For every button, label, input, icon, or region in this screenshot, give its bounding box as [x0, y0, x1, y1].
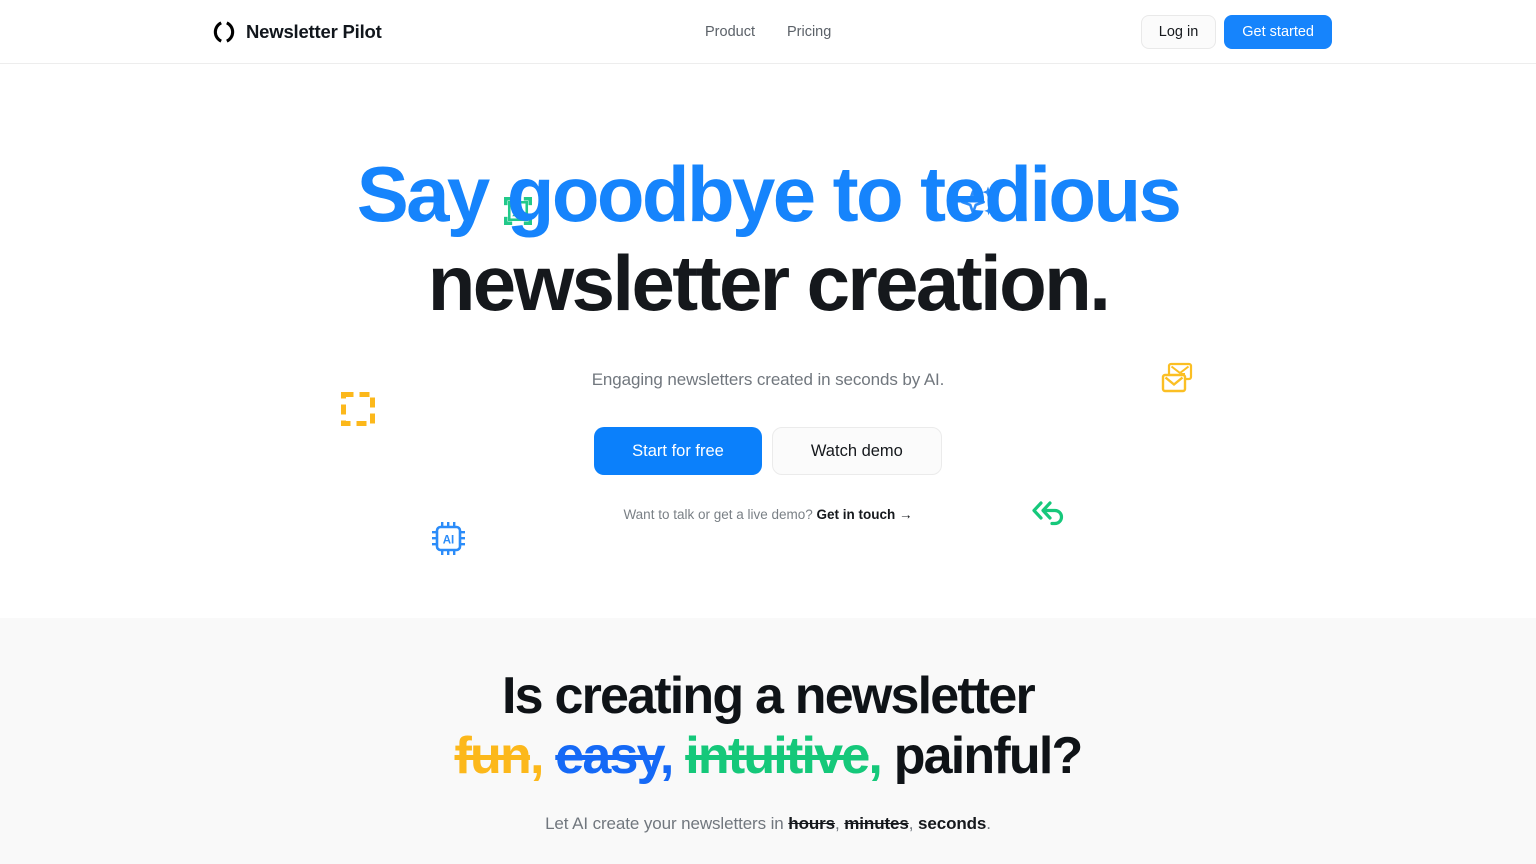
word-seconds: seconds — [918, 814, 987, 833]
get-in-touch-link[interactable]: Get in touch → — [817, 507, 913, 522]
circle-brackets-logo-icon — [212, 20, 236, 44]
comma-after-hours: , — [835, 814, 840, 833]
word-painful: painful? — [893, 727, 1084, 785]
period-end: . — [986, 814, 991, 833]
word-intuitive: intuitive — [685, 727, 870, 785]
comma-after-intuitive: , — [868, 727, 882, 785]
hero-title-line1: Say goodbye to tedious — [356, 150, 1182, 238]
ai-chip-icon: AI — [432, 522, 465, 555]
pain-points-section: Is creating a newsletter fun, easy, intu… — [0, 618, 1536, 864]
section2-title-line1: Is creating a newsletter — [502, 667, 1036, 725]
word-easy: easy — [555, 727, 661, 785]
primary-nav: Product Pricing — [699, 20, 837, 44]
nav-link-product[interactable]: Product — [699, 20, 761, 44]
watch-demo-button[interactable]: Watch demo — [771, 427, 942, 475]
word-minutes: minutes — [844, 814, 909, 833]
comma-after-easy: , — [659, 727, 674, 785]
comma-after-minutes: , — [908, 814, 914, 833]
header-actions: Log in Get started — [1140, 14, 1332, 49]
word-hours: hours — [788, 814, 836, 833]
login-button[interactable]: Log in — [1140, 14, 1217, 49]
site-header: Newsletter Pilot Product Pricing Log in … — [0, 0, 1536, 64]
hero-note-prefix: Want to talk or get a live demo? — [623, 507, 813, 522]
section2-title: Is creating a newsletter fun, easy, intu… — [454, 666, 1084, 786]
svg-text:AI: AI — [443, 535, 455, 547]
brand-logo-link[interactable]: Newsletter Pilot — [212, 20, 382, 44]
brand-name: Newsletter Pilot — [246, 20, 382, 42]
hero-cta-group: Start for free Watch demo — [594, 427, 942, 475]
hero-section: AI Say goodbye to tedious newsletter cre… — [0, 64, 1536, 618]
nav-link-pricing[interactable]: Pricing — [781, 20, 837, 44]
section2-sub-prefix: Let AI create your newsletters in — [545, 814, 784, 833]
section2-subtitle: Let AI create your newsletters in hours,… — [545, 814, 991, 834]
hero-title-line2: newsletter creation. — [427, 239, 1111, 327]
start-for-free-button[interactable]: Start for free — [594, 427, 762, 475]
get-started-button[interactable]: Get started — [1224, 14, 1332, 49]
hero-subtitle: Engaging newsletters created in seconds … — [591, 370, 945, 389]
word-fun: fun — [454, 727, 532, 785]
hero-contact-note: Want to talk or get a live demo? Get in … — [623, 507, 912, 522]
comma-after-fun: , — [529, 727, 544, 785]
page-title: Say goodbye to tedious newsletter creati… — [356, 150, 1182, 328]
